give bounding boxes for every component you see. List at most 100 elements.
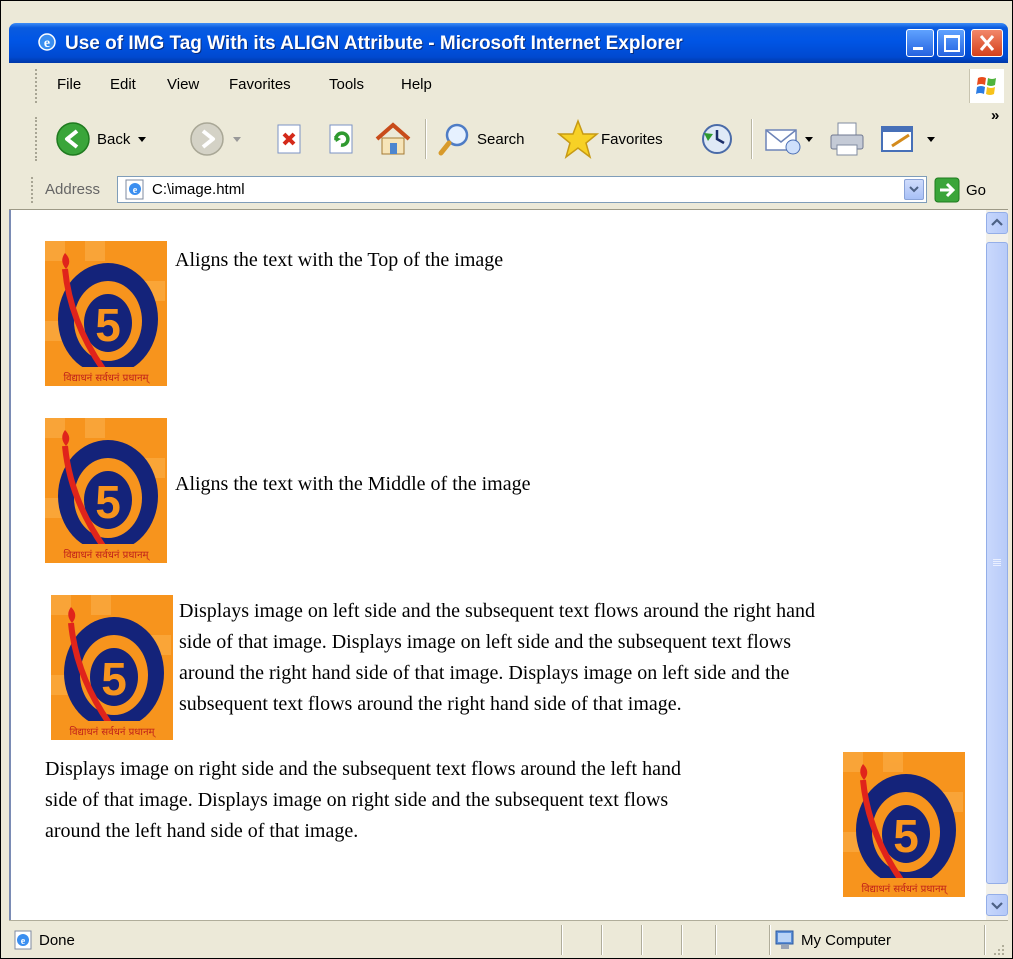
address-dropdown-button[interactable]	[904, 179, 924, 200]
back-arrow-icon	[56, 122, 90, 156]
resize-grip-icon[interactable]	[992, 943, 1006, 957]
menu-help[interactable]: Help	[401, 76, 432, 93]
go-label: Go	[966, 181, 987, 199]
toolbar-separator	[425, 119, 427, 159]
ie-icon: e	[38, 33, 56, 51]
toolbar-overflow-chevron[interactable]: »	[991, 107, 999, 124]
title-bar[interactable]: e Use of IMG Tag With its ALIGN Attribut…	[9, 23, 1008, 63]
page-viewport[interactable]: 5 विद्याधनं सर्वधनं प्रधानम् Aligns the …	[9, 210, 986, 920]
logo-caption: विद्याधनं सर्वधनं प्रधानम्	[69, 726, 156, 738]
favorites-button[interactable]: Favorites	[557, 119, 663, 159]
status-divider	[715, 925, 717, 955]
chevron-down-icon	[909, 186, 919, 193]
stop-button[interactable]	[275, 119, 305, 159]
status-divider	[681, 925, 683, 955]
status-text: Done	[39, 932, 75, 949]
address-label: Address	[45, 181, 101, 198]
align-middle-text: Aligns the text with the Middle of the i…	[175, 473, 531, 495]
search-button[interactable]: Search	[437, 119, 525, 159]
mail-button[interactable]	[763, 119, 813, 159]
page-ie-icon: e	[125, 179, 144, 200]
mail-dropdown-icon[interactable]	[805, 136, 813, 142]
menu-favorites[interactable]: Favorites	[229, 76, 291, 93]
status-divider	[601, 925, 603, 955]
print-button[interactable]	[827, 119, 867, 159]
minimize-button[interactable]	[906, 29, 934, 57]
toolbar-separator	[751, 119, 753, 159]
svg-text:e: e	[133, 185, 138, 196]
scroll-thumb[interactable]	[986, 242, 1008, 884]
svg-text:5: 5	[101, 653, 127, 705]
favorites-label: Favorites	[601, 130, 663, 148]
windows-flag-icon	[976, 77, 996, 95]
chevron-up-icon	[991, 218, 1003, 226]
logo-caption: विद्याधनं सर्वधनं प्रधानम्	[861, 883, 948, 895]
back-dropdown-icon[interactable]	[138, 136, 147, 142]
windows-logo	[969, 69, 1004, 103]
logo-caption: विद्याधनं सर्वधनं प्रधानम्	[63, 372, 150, 384]
back-label: Back	[97, 130, 131, 148]
menu-tools[interactable]: Tools	[329, 76, 364, 93]
page-done-icon: e	[14, 930, 32, 950]
address-value: C:\image.html	[152, 181, 245, 198]
standard-toolbar: Back Search Favorites »	[9, 107, 1008, 172]
maximize-button[interactable]	[937, 29, 965, 57]
printer-icon	[830, 122, 864, 156]
align-left-line-3: around the right hand side of that image…	[179, 662, 790, 684]
back-button[interactable]: Back	[55, 119, 147, 159]
logo-image-right: 5 विद्याधनं सर्वधनं प्रधानम्	[843, 752, 965, 897]
edit-button[interactable]	[879, 119, 935, 159]
svg-text:5: 5	[893, 810, 919, 862]
stop-icon	[277, 124, 301, 154]
refresh-button[interactable]	[327, 119, 357, 159]
addressbar-grip[interactable]	[31, 177, 36, 203]
address-input[interactable]: e C:\image.html	[117, 176, 927, 203]
svg-text:5: 5	[95, 299, 121, 351]
svg-text:5: 5	[95, 476, 121, 528]
history-clock-icon	[702, 124, 732, 154]
scroll-up-button[interactable]	[986, 212, 1008, 234]
status-bar: e Done My Computer	[9, 920, 1008, 958]
scroll-down-button[interactable]	[986, 894, 1008, 916]
align-right-line-2: side of that image. Displays image on ri…	[45, 789, 669, 811]
menu-bar: File Edit View Favorites Tools Help	[9, 63, 1008, 110]
home-button[interactable]	[373, 119, 413, 159]
menubar-grip[interactable]	[35, 69, 40, 103]
svg-text:e: e	[44, 36, 50, 51]
edit-dropdown-icon[interactable]	[927, 136, 935, 142]
status-divider	[984, 925, 986, 955]
my-computer-icon	[775, 930, 794, 949]
status-divider	[769, 925, 771, 955]
search-label: Search	[477, 130, 525, 148]
home-icon	[375, 122, 411, 155]
go-arrow-icon	[934, 177, 960, 203]
favorites-star-icon	[557, 119, 599, 159]
status-divider	[561, 925, 563, 955]
mail-icon	[765, 129, 801, 155]
forward-arrow-icon	[190, 122, 224, 156]
search-icon	[438, 123, 469, 156]
chevron-down-icon	[991, 902, 1003, 910]
history-button[interactable]	[699, 119, 735, 159]
menu-edit[interactable]: Edit	[110, 76, 136, 93]
vertical-scrollbar[interactable]	[986, 210, 1008, 920]
menu-view[interactable]: View	[167, 76, 199, 93]
align-left-line-4: subsequent text flows around the right h…	[179, 693, 682, 715]
forward-button[interactable]	[189, 119, 241, 159]
logo-image-top: 5 विद्याधनं सर्वधनं प्रधानम्	[45, 241, 167, 386]
logo-caption: विद्याधनं सर्वधनं प्रधानम्	[63, 549, 150, 561]
edit-page-icon	[881, 126, 913, 152]
address-bar: Address e C:\image.html Go	[9, 171, 1008, 210]
go-button[interactable]: Go	[934, 176, 1004, 204]
close-button[interactable]	[971, 29, 1003, 57]
forward-dropdown-icon[interactable]	[233, 136, 241, 142]
menu-file[interactable]: File	[57, 76, 81, 93]
toolbar-grip[interactable]	[35, 117, 40, 161]
logo-image-left: 5 विद्याधनं सर्वधनं प्रधानम्	[51, 595, 173, 740]
align-right-line-1: Displays image on right side and the sub…	[45, 758, 681, 780]
align-top-text: Aligns the text with the Top of the imag…	[175, 249, 504, 271]
close-icon	[979, 35, 995, 51]
align-right-line-3: around the left hand side of that image.	[45, 820, 359, 842]
security-zone-text: My Computer	[801, 932, 892, 949]
align-left-line-2: side of that image. Displays image on le…	[179, 631, 792, 653]
